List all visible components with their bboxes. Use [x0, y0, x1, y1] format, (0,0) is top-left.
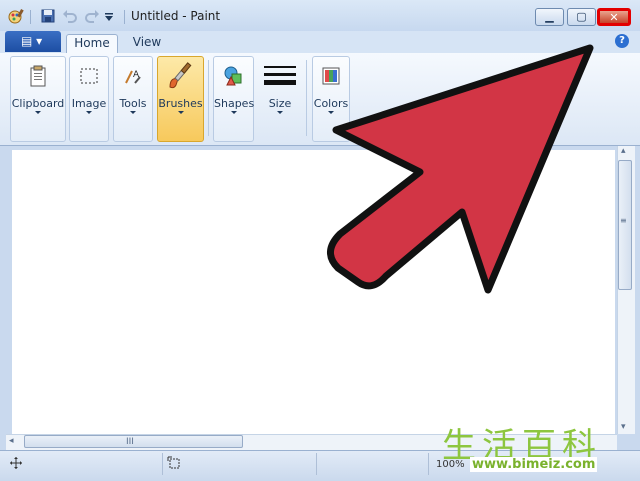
tools-dropdown-icon: [130, 111, 136, 114]
image-group[interactable]: Image: [69, 56, 109, 142]
undo-icon[interactable]: [62, 8, 78, 24]
size-icon: [264, 66, 296, 85]
brush-icon: [168, 62, 191, 89]
clipboard-icon: [30, 65, 46, 87]
brushes-dropdown-icon: [177, 111, 184, 114]
redo-icon[interactable]: [84, 8, 100, 24]
select-icon: [80, 68, 98, 84]
status-selection-size: [164, 453, 317, 475]
image-label: Image: [71, 97, 107, 110]
horizontal-grip-icon: III: [126, 437, 134, 447]
shapes-label: Shapes: [214, 97, 255, 110]
restore-button[interactable]: ▢: [567, 8, 596, 26]
status-image-size: [318, 453, 429, 475]
window-title: Untitled - Paint: [131, 9, 221, 23]
tools-icon: A: [125, 70, 141, 84]
brushes-label: Brushes: [158, 97, 203, 110]
clipboard-label: Clipboard: [11, 97, 65, 110]
close-icon: ✕: [609, 11, 619, 24]
shapes-dropdown-icon: [230, 111, 237, 114]
cursor-position-icon: [10, 457, 22, 469]
restore-icon: ▢: [576, 10, 587, 23]
brushes-group[interactable]: Brushes: [157, 56, 204, 142]
scroll-left-icon[interactable]: ◂: [9, 436, 14, 446]
clipboard-dropdown-icon: [35, 111, 41, 114]
ribbon-separator-2: [306, 60, 307, 136]
colors-dropdown-icon: [328, 111, 334, 114]
clipboard-group[interactable]: Clipboard: [10, 56, 66, 142]
paint-app-icon[interactable]: [8, 8, 24, 24]
colors-label: Colors: [313, 97, 349, 110]
drawing-canvas[interactable]: [12, 150, 615, 434]
minimize-button[interactable]: ▁: [535, 8, 564, 26]
colors-group[interactable]: Colors: [312, 56, 350, 142]
selection-size-icon: [167, 456, 180, 469]
size-group[interactable]: Size: [258, 56, 302, 142]
tools-label: Tools: [119, 97, 147, 110]
tab-home[interactable]: Home: [66, 34, 118, 54]
paint-menu-icon: ▤ ▾: [21, 34, 43, 48]
tab-view[interactable]: View: [124, 34, 170, 53]
minimize-icon: ▁: [545, 10, 554, 23]
toolbar-separator: [30, 10, 31, 24]
size-dropdown-icon: [277, 111, 283, 114]
tools-group[interactable]: A Tools: [113, 56, 153, 142]
ribbon-separator: [208, 60, 209, 136]
watermark-url: www.bimeiz.com: [470, 457, 598, 472]
image-dropdown-icon: [86, 111, 92, 114]
vertical-scroll-thumb[interactable]: [618, 160, 632, 290]
customize-dropdown-icon[interactable]: [104, 12, 114, 22]
paint-menu-button[interactable]: ▤ ▾: [5, 31, 61, 52]
vertical-grip-icon: ≡: [620, 216, 627, 225]
colors-icon: [322, 67, 340, 85]
scroll-up-icon[interactable]: ▴: [621, 146, 626, 156]
scroll-down-icon[interactable]: ▾: [621, 422, 626, 432]
help-icon[interactable]: ?: [615, 34, 629, 48]
close-button[interactable]: ✕: [597, 8, 631, 26]
title-separator: [124, 10, 125, 24]
save-icon[interactable]: [40, 8, 56, 24]
shapes-group[interactable]: Shapes: [213, 56, 254, 142]
status-cursor-position: [4, 453, 163, 475]
shapes-icon: [224, 66, 241, 86]
size-label: Size: [268, 97, 292, 110]
